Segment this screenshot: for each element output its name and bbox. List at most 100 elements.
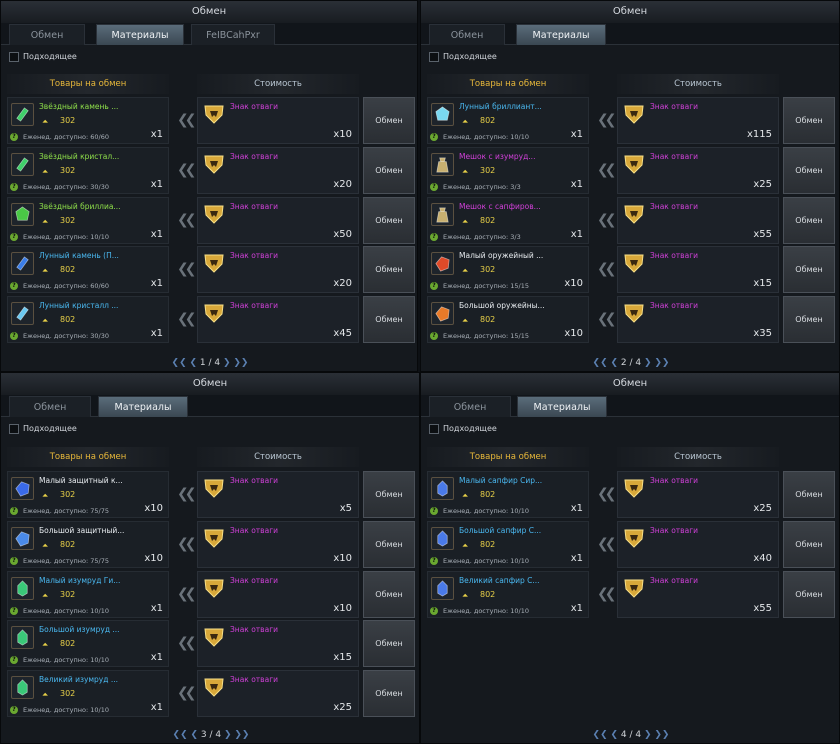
- next-page-icon[interactable]: ❯: [641, 730, 652, 740]
- cost-slot[interactable]: Знак отваги x25: [197, 670, 359, 718]
- tab-2[interactable]: FeIBCahPxr: [191, 24, 275, 45]
- help-icon[interactable]: ?: [10, 232, 18, 241]
- cost-slot[interactable]: Знак отваги x55: [617, 196, 779, 244]
- help-icon[interactable]: ?: [10, 182, 18, 191]
- help-icon[interactable]: ?: [10, 606, 18, 615]
- help-icon[interactable]: ?: [10, 507, 18, 515]
- item-slot[interactable]: Большой изумруд ... ⏶ 802? Еженед. доступно…: [7, 620, 169, 668]
- tab-1[interactable]: Материалы: [98, 396, 188, 417]
- prev-page-icon[interactable]: ❮: [190, 730, 200, 740]
- tab-1[interactable]: Материалы: [517, 396, 607, 417]
- item-slot[interactable]: Малый защитный к... ⏶ 302? Еженед. доступно…: [7, 471, 169, 518]
- help-icon[interactable]: ?: [10, 706, 18, 715]
- tab-1[interactable]: Материалы: [96, 24, 184, 45]
- item-slot[interactable]: Большой сапфир С... ⏶ 802? Еженед. доступно…: [427, 520, 589, 568]
- suitable-checkbox[interactable]: [9, 52, 19, 62]
- item-slot[interactable]: Мешок с изумруд... ⏶ 302? Еженед. доступно:…: [427, 146, 589, 194]
- help-icon[interactable]: ?: [10, 332, 18, 341]
- item-slot[interactable]: Большой оружейны... ⏶ 802? Еженед. доступно…: [427, 296, 589, 344]
- prev-page-icon[interactable]: ❮: [610, 358, 620, 368]
- cost-slot[interactable]: Знак отваги x25: [617, 471, 779, 518]
- exchange-button[interactable]: Обмен: [363, 570, 415, 618]
- help-icon[interactable]: ?: [430, 332, 438, 341]
- item-slot[interactable]: Большой защитный... ⏶ 802? Еженед. доступно…: [7, 520, 169, 568]
- exchange-button[interactable]: Обмен: [363, 196, 415, 244]
- help-icon[interactable]: ?: [430, 507, 438, 515]
- item-slot[interactable]: Малый изумруд Ги... ⏶ 302? Еженед. доступно…: [7, 570, 169, 618]
- help-icon[interactable]: ?: [10, 556, 18, 565]
- help-icon[interactable]: ?: [10, 282, 18, 291]
- cost-slot[interactable]: Знак отваги x35: [617, 296, 779, 344]
- next-page-icon[interactable]: ❯: [221, 730, 232, 740]
- prev-page-icon[interactable]: ❮: [610, 730, 620, 740]
- cost-slot[interactable]: Знак отваги x20: [197, 246, 359, 294]
- prev-page-icon[interactable]: ❮: [189, 358, 199, 368]
- cost-slot[interactable]: Знак отваги x115: [617, 97, 779, 144]
- cost-slot[interactable]: Знак отваги x45: [197, 296, 359, 344]
- item-slot[interactable]: Малый сапфир Сир... ⏶ 802? Еженед. доступно…: [427, 471, 589, 518]
- exchange-button[interactable]: Обмен: [783, 196, 835, 244]
- help-icon[interactable]: ?: [430, 232, 438, 241]
- cost-slot[interactable]: Знак отваги x15: [617, 246, 779, 294]
- item-slot[interactable]: Звёздный камень ... ⏶ 302? Еженед. доступно…: [7, 97, 169, 144]
- next-page-icon[interactable]: ❯: [641, 358, 652, 368]
- item-slot[interactable]: Великий изумруд ... ⏶ 302? Еженед. доступно…: [7, 670, 169, 718]
- exchange-button[interactable]: Обмен: [783, 471, 835, 518]
- tab-0[interactable]: Обмен: [429, 396, 511, 417]
- cost-slot[interactable]: Знак отваги x10: [197, 570, 359, 618]
- item-slot[interactable]: Лунный кристалл ... ⏶ 802? Еженед. доступно…: [7, 296, 169, 344]
- last-page-icon[interactable]: ❯❯: [232, 730, 249, 740]
- item-slot[interactable]: Мешок с сапфиров... ⏶ 802? Еженед. доступно…: [427, 196, 589, 244]
- item-slot[interactable]: Звёздный бриллиа... ⏶ 302? Еженед. доступно…: [7, 196, 169, 244]
- cost-slot[interactable]: Знак отваги x50: [197, 196, 359, 244]
- exchange-button[interactable]: Обмен: [783, 520, 835, 568]
- exchange-button[interactable]: Обмен: [783, 146, 835, 194]
- item-slot[interactable]: Великий сапфир С... ⏶ 802? Еженед. доступно…: [427, 570, 589, 618]
- help-icon[interactable]: ?: [10, 656, 18, 665]
- exchange-button[interactable]: Обмен: [363, 246, 415, 294]
- exchange-button[interactable]: Обмен: [363, 471, 415, 518]
- exchange-button[interactable]: Обмен: [363, 670, 415, 718]
- help-icon[interactable]: ?: [430, 606, 438, 615]
- exchange-button[interactable]: Обмен: [363, 296, 415, 344]
- help-icon[interactable]: ?: [10, 133, 18, 141]
- cost-slot[interactable]: Знак отваги x10: [197, 97, 359, 144]
- first-page-icon[interactable]: ❮❮: [593, 358, 611, 368]
- suitable-checkbox[interactable]: [429, 52, 439, 62]
- last-page-icon[interactable]: ❯❯: [652, 358, 669, 368]
- suitable-checkbox[interactable]: [9, 424, 19, 434]
- cost-slot[interactable]: Знак отваги x55: [617, 570, 779, 618]
- cost-slot[interactable]: Знак отваги x40: [617, 520, 779, 568]
- exchange-button[interactable]: Обмен: [363, 520, 415, 568]
- exchange-button[interactable]: Обмен: [363, 97, 415, 144]
- cost-slot[interactable]: Знак отваги x15: [197, 620, 359, 668]
- next-page-icon[interactable]: ❯: [220, 358, 231, 368]
- cost-slot[interactable]: Знак отваги x25: [617, 146, 779, 194]
- first-page-icon[interactable]: ❮❮: [593, 730, 611, 740]
- tab-0[interactable]: Обмен: [9, 396, 91, 417]
- item-slot[interactable]: Звёздный кристал... ⏶ 302? Еженед. доступно…: [7, 146, 169, 194]
- suitable-checkbox[interactable]: [429, 424, 439, 434]
- help-icon[interactable]: ?: [430, 133, 438, 141]
- exchange-button[interactable]: Обмен: [363, 620, 415, 668]
- exchange-button[interactable]: Обмен: [363, 146, 415, 194]
- item-slot[interactable]: Лунный бриллиант... ⏶ 802? Еженед. доступно…: [427, 97, 589, 144]
- cost-slot[interactable]: Знак отваги x20: [197, 146, 359, 194]
- exchange-button[interactable]: Обмен: [783, 296, 835, 344]
- exchange-button[interactable]: Обмен: [783, 570, 835, 618]
- first-page-icon[interactable]: ❮❮: [173, 730, 191, 740]
- cost-slot[interactable]: Знак отваги x5: [197, 471, 359, 518]
- help-icon[interactable]: ?: [430, 556, 438, 565]
- last-page-icon[interactable]: ❯❯: [652, 730, 669, 740]
- exchange-button[interactable]: Обмен: [783, 97, 835, 144]
- tab-0[interactable]: Обмен: [429, 24, 505, 45]
- first-page-icon[interactable]: ❮❮: [172, 358, 190, 368]
- tab-0[interactable]: Обмен: [9, 24, 85, 45]
- tab-1[interactable]: Материалы: [516, 24, 606, 45]
- item-slot[interactable]: Лунный камень (П... ⏶ 802? Еженед. доступно…: [7, 246, 169, 294]
- cost-slot[interactable]: Знак отваги x10: [197, 520, 359, 568]
- exchange-button[interactable]: Обмен: [783, 246, 835, 294]
- last-page-icon[interactable]: ❯❯: [231, 358, 248, 368]
- help-icon[interactable]: ?: [430, 182, 438, 191]
- help-icon[interactable]: ?: [430, 282, 438, 291]
